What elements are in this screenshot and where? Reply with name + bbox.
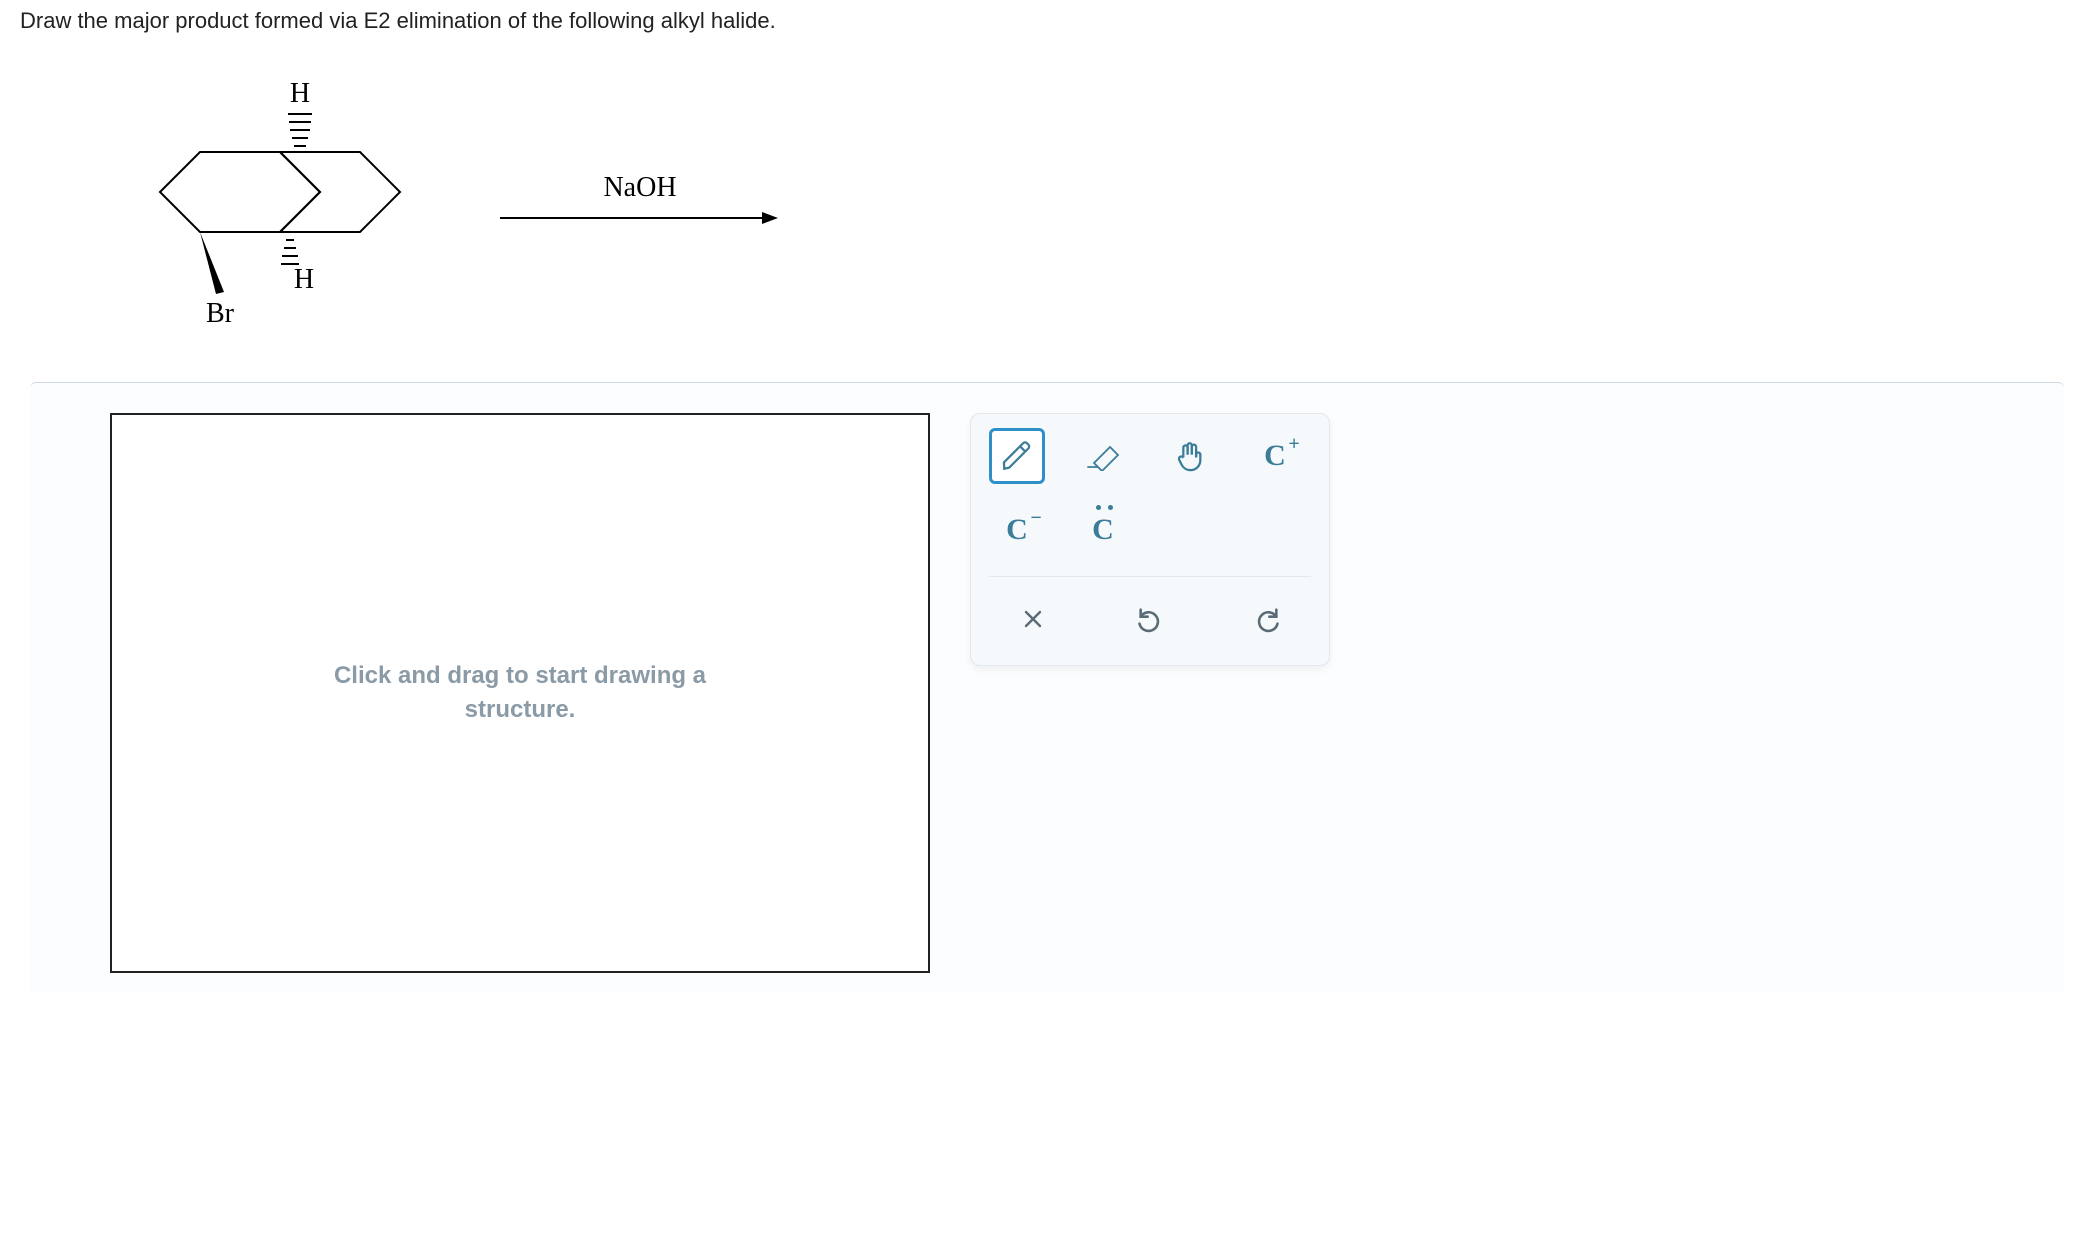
- h-top-label: H: [290, 78, 310, 109]
- move-tool[interactable]: [1161, 428, 1217, 484]
- problem-figure: H H Br NaOH: [0, 42, 2094, 382]
- undo-button[interactable]: [1122, 591, 1178, 647]
- toolbox: C+ C− C: [970, 413, 1330, 666]
- br-label: Br: [206, 298, 235, 329]
- reactant-structure: H H Br: [100, 62, 460, 342]
- hand-icon: [1172, 439, 1206, 473]
- eraser-icon: [1084, 441, 1122, 471]
- h-bottom-label: H: [294, 264, 314, 295]
- question-text: Draw the major product formed via E2 eli…: [0, 0, 2094, 42]
- clear-button[interactable]: [1005, 591, 1061, 647]
- answer-panel: Click and drag to start drawing a struct…: [30, 382, 2064, 993]
- redo-button[interactable]: [1239, 591, 1295, 647]
- drawing-canvas[interactable]: Click and drag to start drawing a struct…: [110, 413, 930, 973]
- cation-tool[interactable]: C+: [1247, 428, 1303, 484]
- anion-tool[interactable]: C−: [989, 502, 1045, 558]
- reaction-conditions: NaOH: [500, 172, 780, 233]
- close-icon: [1021, 607, 1045, 631]
- reagent-label: NaOH: [500, 172, 780, 204]
- canvas-placeholder: Click and drag to start drawing a struct…: [290, 659, 750, 726]
- undo-icon: [1136, 605, 1164, 633]
- eraser-tool[interactable]: [1075, 428, 1131, 484]
- pencil-tool[interactable]: [989, 428, 1045, 484]
- pencil-icon: [1000, 439, 1034, 473]
- lone-pair-tool[interactable]: C: [1075, 502, 1131, 558]
- lone-pair-label: C: [1092, 513, 1114, 547]
- cation-label: C+: [1264, 439, 1286, 473]
- anion-label: C−: [1006, 513, 1028, 547]
- redo-icon: [1253, 605, 1281, 633]
- reaction-arrow-icon: [500, 208, 780, 228]
